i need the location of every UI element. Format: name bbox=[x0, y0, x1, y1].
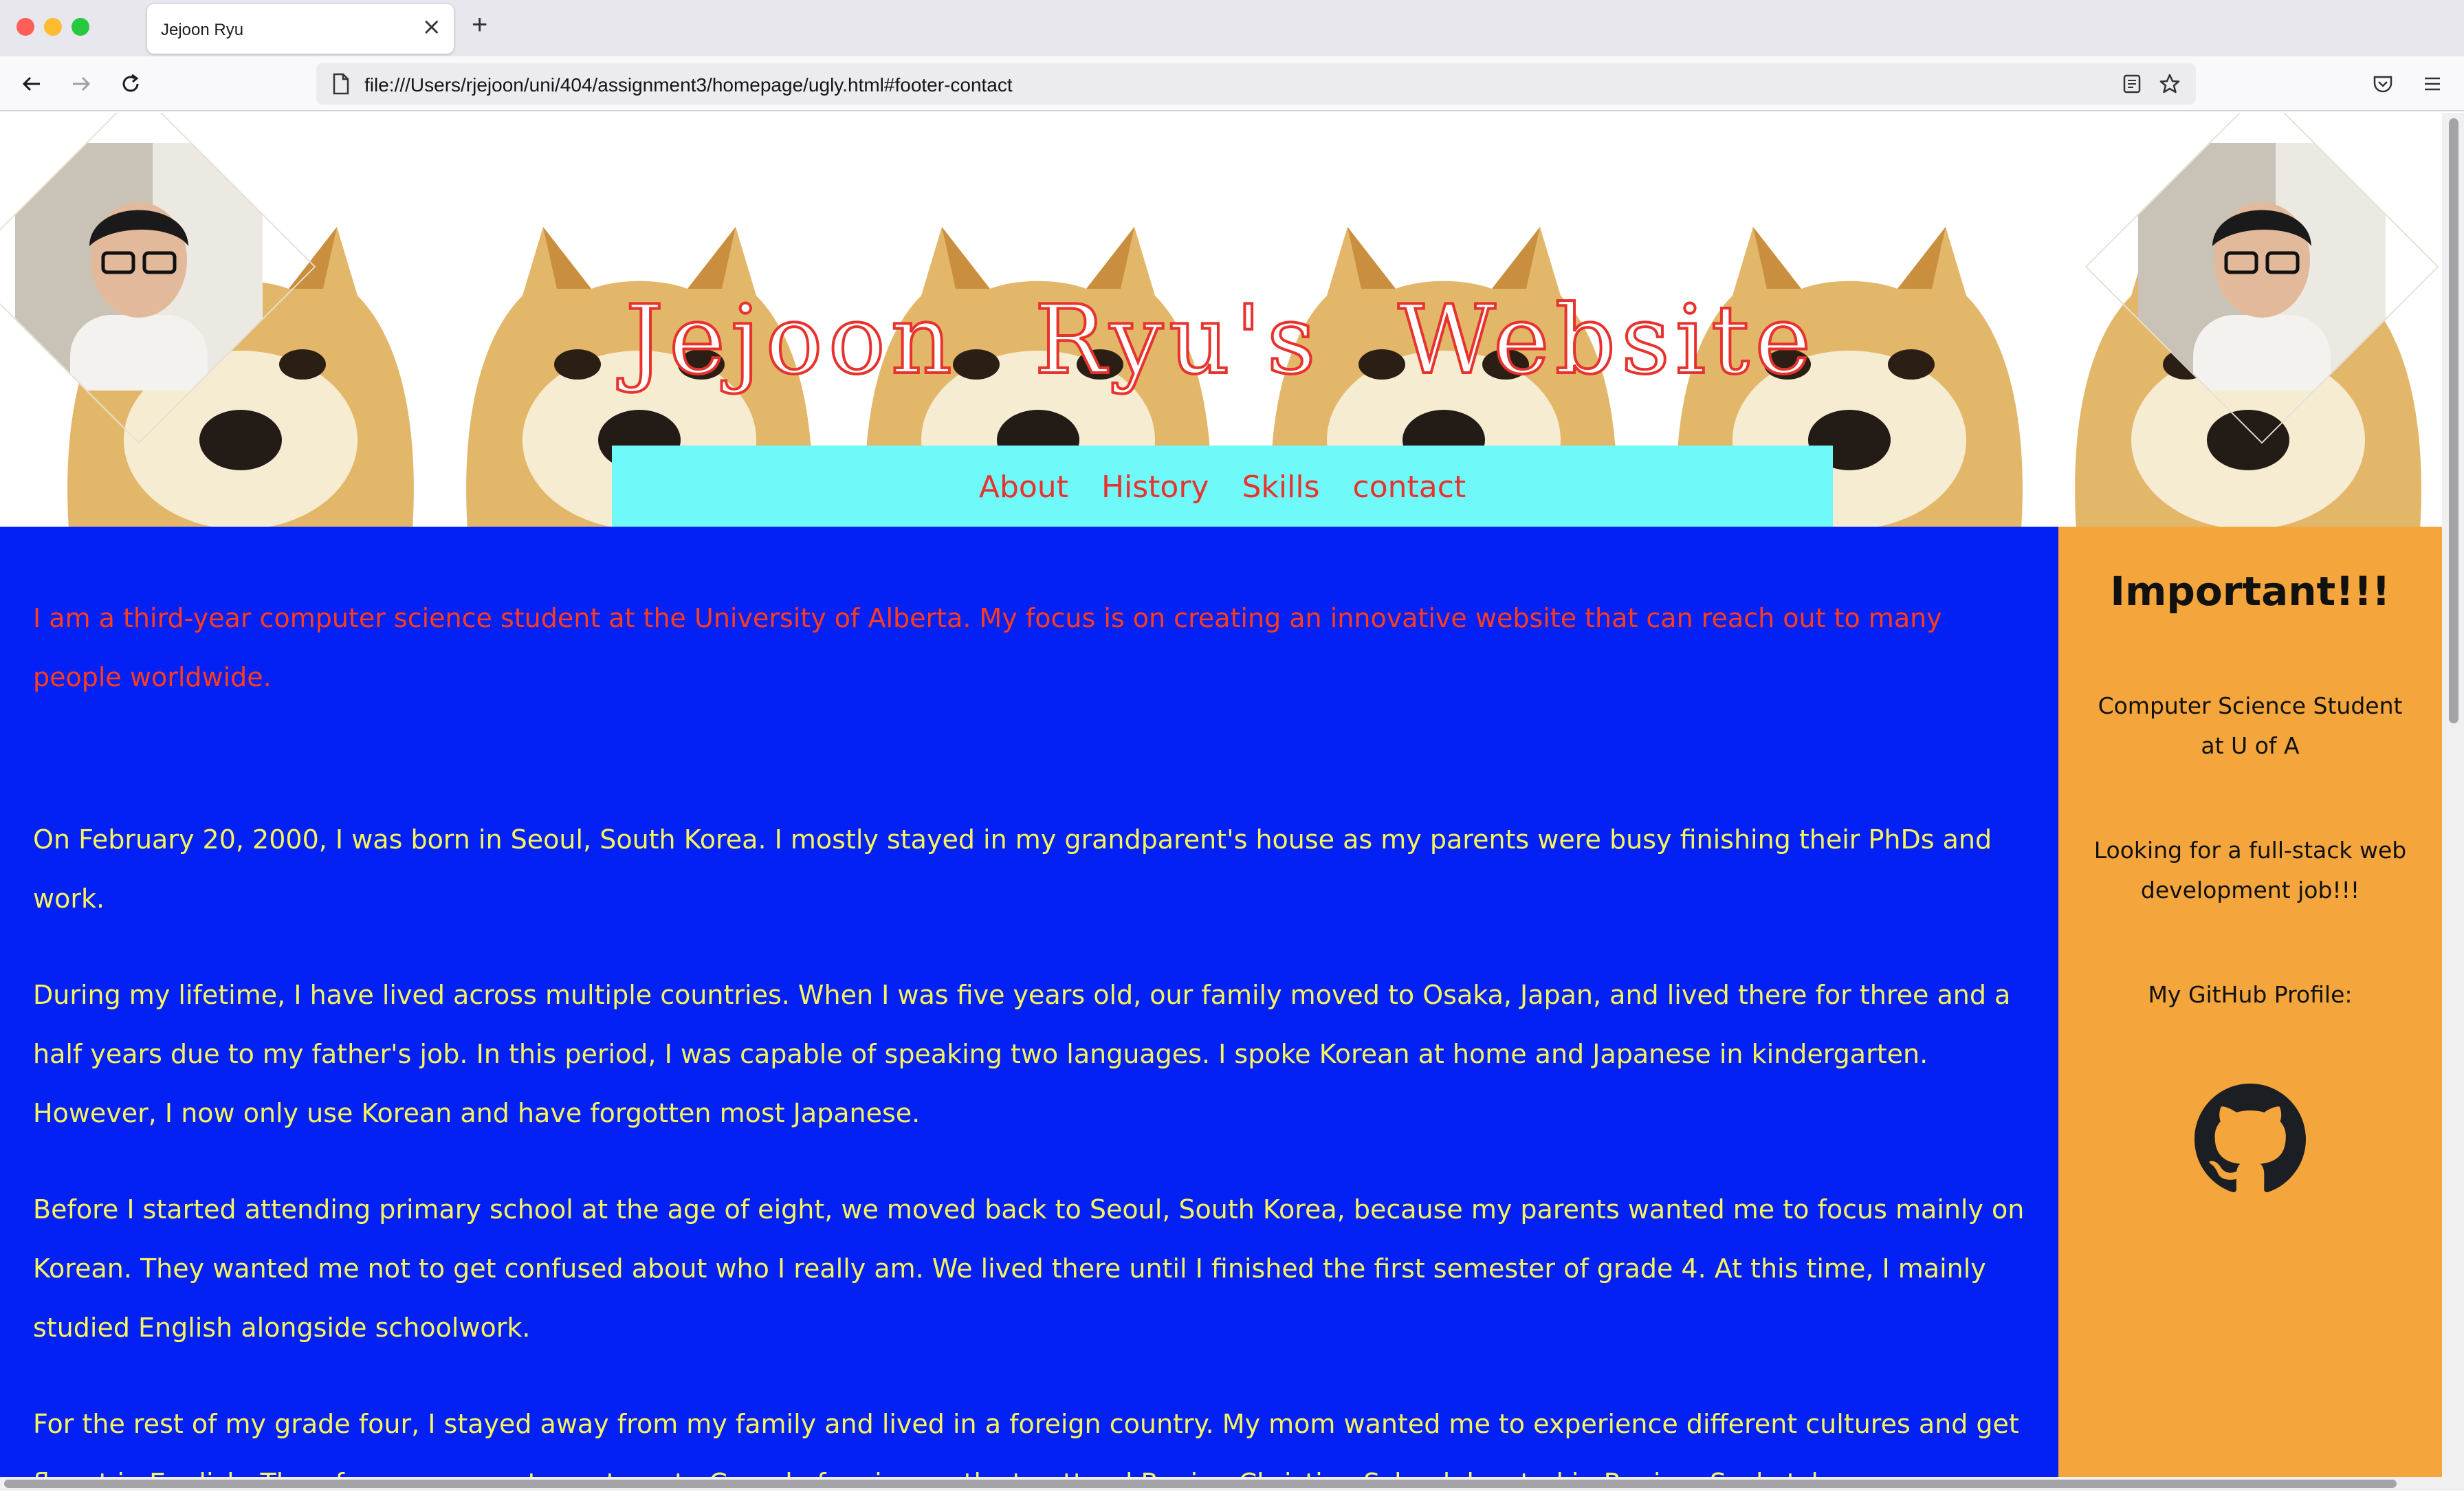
close-window-button[interactable] bbox=[16, 18, 34, 36]
browser-tab[interactable]: Jejoon Ryu × bbox=[147, 4, 454, 54]
main-content: I am a third-year computer science stude… bbox=[0, 527, 2058, 1491]
site-nav: About History Skills contact bbox=[612, 446, 1833, 527]
zoom-window-button[interactable] bbox=[72, 18, 89, 36]
address-bar[interactable]: file:///Users/rjejoon/uni/404/assignment… bbox=[316, 63, 2196, 105]
intro-paragraph: I am a third-year computer science stude… bbox=[33, 603, 1942, 692]
horizontal-scrollbar[interactable] bbox=[0, 1477, 2442, 1491]
site-title: Jejoon Ryu's Website bbox=[624, 283, 1817, 397]
sidebar: Important!!! Computer Science Student at… bbox=[2058, 527, 2442, 1491]
vertical-scrollbar[interactable] bbox=[2442, 113, 2464, 1491]
tab-close-icon[interactable]: × bbox=[422, 15, 442, 39]
minimize-window-button[interactable] bbox=[44, 18, 62, 36]
history-paragraph: On February 20, 2000, I was born in Seou… bbox=[33, 824, 1992, 914]
github-icon[interactable] bbox=[2194, 1084, 2306, 1195]
nav-link-about[interactable]: About bbox=[979, 470, 1068, 505]
reload-icon[interactable] bbox=[117, 70, 144, 98]
sidebar-status: Computer Science Student at U of A bbox=[2098, 692, 2403, 759]
browser-tab-strip: Jejoon Ryu × + bbox=[0, 0, 2464, 56]
nav-link-history[interactable]: History bbox=[1101, 470, 1209, 505]
sidebar-github-label: My GitHub Profile: bbox=[2148, 981, 2353, 1008]
nav-link-contact[interactable]: contact bbox=[1353, 470, 1466, 505]
nav-link-skills[interactable]: Skills bbox=[1242, 470, 1319, 505]
new-tab-button[interactable]: + bbox=[472, 11, 487, 39]
sidebar-job-seeking: Looking for a full-stack web development… bbox=[2093, 837, 2407, 903]
vertical-scrollbar-thumb[interactable] bbox=[2449, 118, 2458, 723]
history-paragraph: Before I started attending primary schoo… bbox=[33, 1194, 2025, 1343]
page-viewport: Jejoon Ryu's Website About History Skill… bbox=[0, 113, 2464, 1491]
bookmark-star-icon[interactable] bbox=[2159, 73, 2181, 95]
tab-title: Jejoon Ryu bbox=[161, 21, 244, 39]
page-icon bbox=[333, 73, 349, 95]
menu-hamburger-icon[interactable] bbox=[2419, 70, 2446, 98]
horizontal-scrollbar-thumb[interactable] bbox=[4, 1480, 2397, 1488]
sidebar-heading: Important!!! bbox=[2110, 568, 2390, 615]
url-text: file:///Users/rjejoon/uni/404/assignment… bbox=[364, 74, 1013, 96]
browser-toolbar: file:///Users/rjejoon/uni/404/assignment… bbox=[0, 56, 2464, 111]
site-header: Jejoon Ryu's Website About History Skill… bbox=[0, 113, 2442, 527]
forward-arrow-icon[interactable] bbox=[67, 70, 95, 98]
reader-view-icon[interactable] bbox=[2122, 74, 2142, 94]
history-paragraph: For the rest of my grade four, I stayed … bbox=[33, 1409, 2019, 1491]
history-paragraph: During my lifetime, I have lived across … bbox=[33, 980, 2011, 1128]
back-arrow-icon[interactable] bbox=[18, 70, 45, 98]
pocket-icon[interactable] bbox=[2369, 70, 2397, 98]
